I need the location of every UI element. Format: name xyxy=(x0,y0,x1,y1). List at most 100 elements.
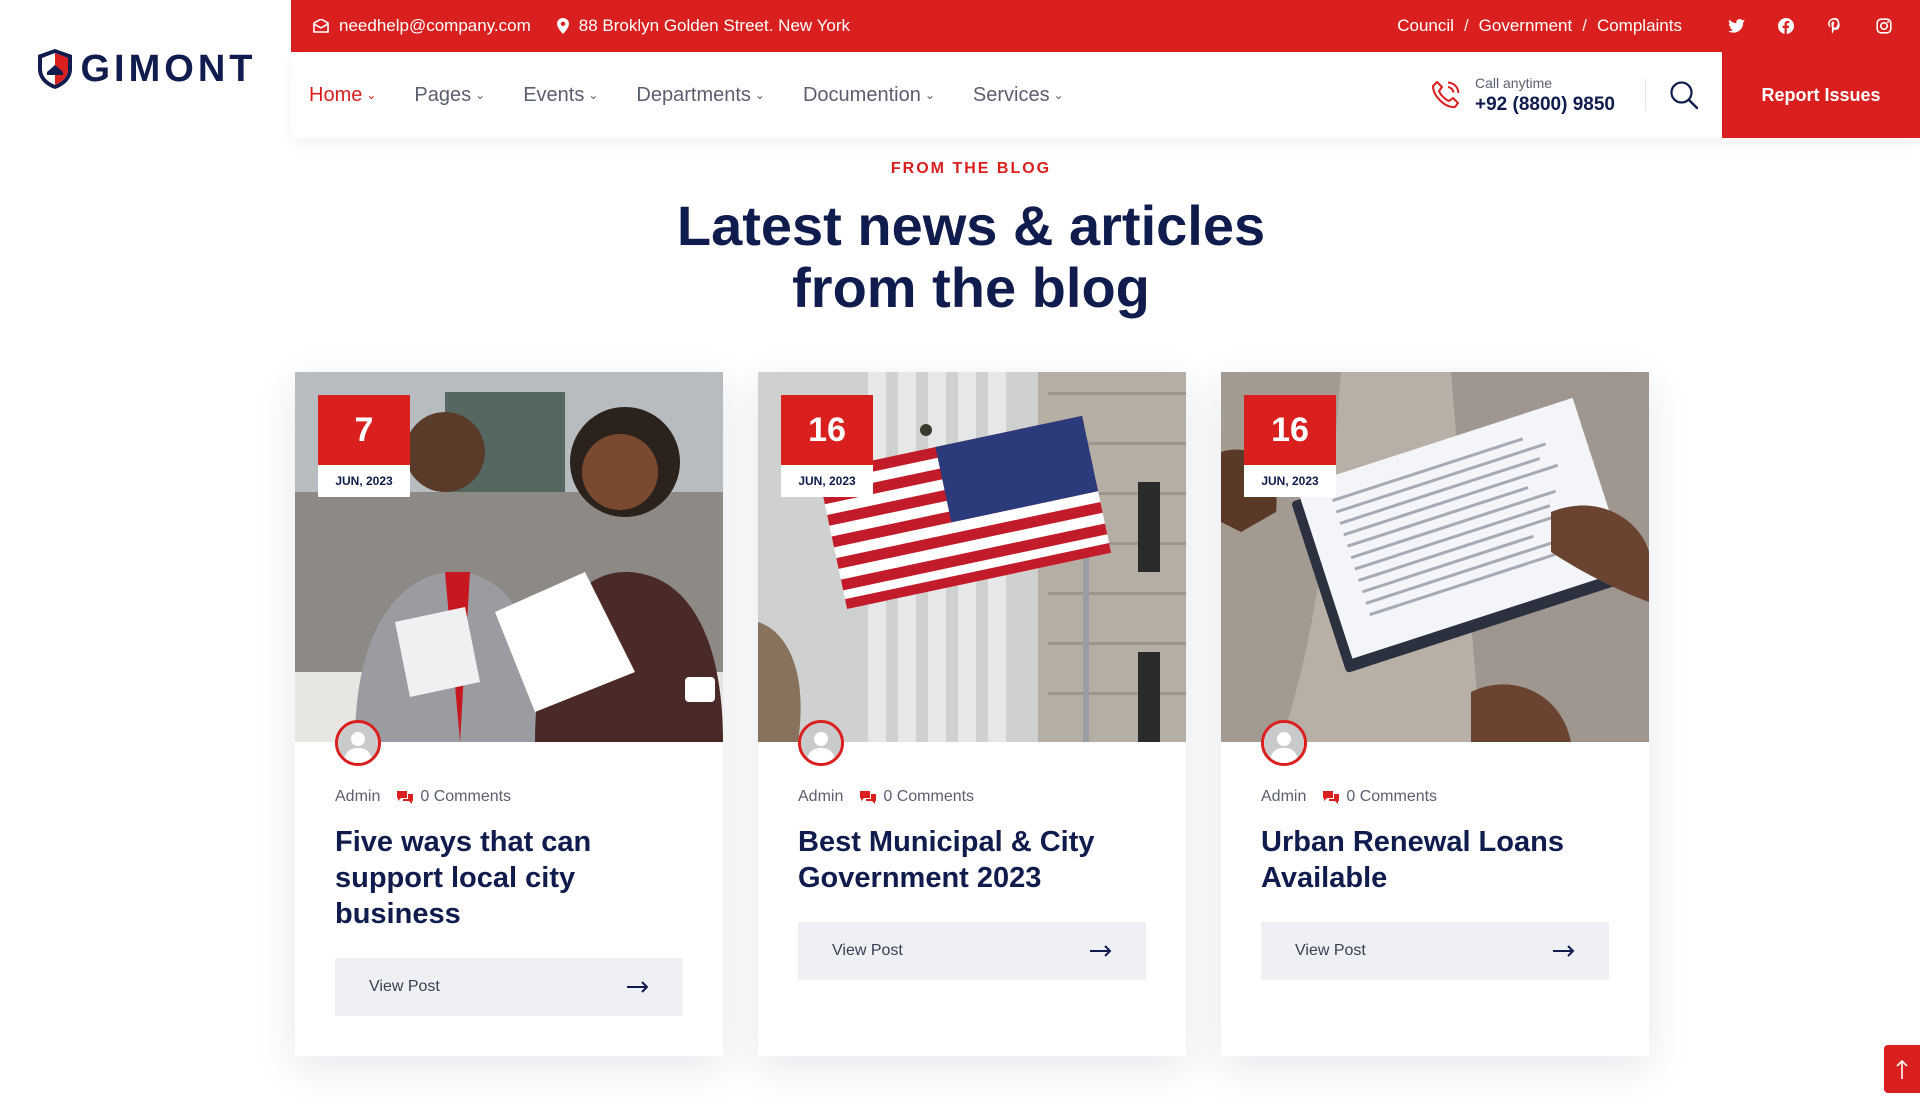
nav-label: Home xyxy=(309,83,363,106)
chevron-down-icon: ⌄ xyxy=(924,88,935,102)
email-contact[interactable]: needhelp@company.com xyxy=(313,16,531,36)
nav-menu: Home ⌄ Pages ⌄ Events ⌄ Departments ⌄ Docume… xyxy=(309,84,1102,107)
chevron-down-icon: ⌄ xyxy=(366,88,377,102)
nav-item-services[interactable]: Services ⌄ xyxy=(973,84,1064,107)
post-comments[interactable]: 0 Comments xyxy=(1322,788,1437,806)
date-month: JUN, 2023 xyxy=(1244,465,1336,497)
post-meta: Admin 0 Comments xyxy=(335,788,511,806)
chevron-down-icon: ⌄ xyxy=(588,88,599,102)
main-navigation: Home ⌄ Pages ⌄ Events ⌄ Departments ⌄ Docume… xyxy=(291,52,1920,138)
date-day: 16 xyxy=(1244,395,1336,465)
nav-item-departments[interactable]: Departments ⌄ xyxy=(636,84,765,107)
scroll-to-top-button[interactable] xyxy=(1884,1045,1920,1093)
nav-divider xyxy=(1645,79,1646,111)
facebook-icon[interactable] xyxy=(1761,18,1810,34)
comments-icon xyxy=(1323,790,1340,804)
post-image[interactable]: 16 JUN, 2023 xyxy=(1221,372,1649,742)
call-label: Call anytime xyxy=(1475,74,1553,91)
top-bar: needhelp@company.com 88 Broklyn Golden S… xyxy=(291,0,1920,52)
nav-label: Events xyxy=(523,83,585,106)
instagram-icon[interactable] xyxy=(1859,18,1908,34)
map-pin-icon xyxy=(556,18,569,34)
post-meta: Admin 0 Comments xyxy=(798,788,974,806)
chevron-down-icon: ⌄ xyxy=(475,88,486,102)
post-image[interactable]: 16 JUN, 2023 xyxy=(758,372,1186,742)
blog-card: 16 JUN, 2023 Admin 0 Comments Urban Rene… xyxy=(1221,372,1649,1056)
top-link-complaints[interactable]: Complaints xyxy=(1597,16,1682,36)
date-month: JUN, 2023 xyxy=(318,465,410,497)
post-title[interactable]: Best Municipal & City Government 2023 xyxy=(798,824,1158,896)
view-post-button[interactable]: View Post xyxy=(1261,922,1609,980)
top-links: Council / Government / Complaints xyxy=(1397,16,1682,36)
arrow-up-icon xyxy=(1896,1059,1908,1079)
comments-icon xyxy=(397,790,414,804)
call-anytime[interactable]: Call anytime +92 (8800) 9850 xyxy=(1429,75,1615,116)
arrow-right-icon xyxy=(1090,945,1112,957)
date-badge: 16 JUN, 2023 xyxy=(781,395,873,497)
nav-label: Documention xyxy=(802,83,921,106)
comments-count: 0 Comments xyxy=(1346,788,1438,805)
date-day: 16 xyxy=(781,395,873,465)
date-month: JUN, 2023 xyxy=(781,465,873,497)
chevron-down-icon: ⌄ xyxy=(754,88,765,102)
email-text: needhelp@company.com xyxy=(339,16,531,35)
shield-logo-icon xyxy=(37,49,72,89)
nav-label: Pages xyxy=(414,83,472,106)
post-title[interactable]: Urban Renewal Loans Available xyxy=(1261,824,1621,896)
post-image[interactable]: 7 JUN, 2023 xyxy=(295,372,723,742)
blog-card: 16 JUN, 2023 Admin 0 Comments Best Munic… xyxy=(758,372,1186,1056)
link-separator: / xyxy=(1582,16,1587,35)
search-icon xyxy=(1670,81,1699,110)
envelope-icon xyxy=(313,19,329,33)
author-avatar xyxy=(798,720,844,766)
report-issues-button[interactable]: Report Issues xyxy=(1722,52,1920,138)
post-comments[interactable]: 0 Comments xyxy=(859,788,974,806)
view-post-button[interactable]: View Post xyxy=(798,922,1146,980)
address-text: 88 Broklyn Golden Street. New York xyxy=(578,16,850,35)
post-meta: Admin 0 Comments xyxy=(1261,788,1437,806)
twitter-icon[interactable] xyxy=(1712,19,1761,33)
date-badge: 16 JUN, 2023 xyxy=(1244,395,1336,497)
pinterest-icon[interactable] xyxy=(1810,18,1859,34)
comments-count: 0 Comments xyxy=(883,788,975,805)
arrow-right-icon xyxy=(1553,945,1575,957)
author-avatar xyxy=(335,720,381,766)
view-post-label: View Post xyxy=(1295,942,1366,959)
view-post-label: View Post xyxy=(832,942,903,959)
nav-label: Departments xyxy=(636,83,751,106)
nav-item-home[interactable]: Home ⌄ xyxy=(309,84,376,107)
arrow-right-icon xyxy=(627,981,649,993)
comments-icon xyxy=(860,790,877,804)
chevron-down-icon: ⌄ xyxy=(1053,88,1064,102)
logo[interactable]: GIMONT xyxy=(0,0,291,138)
top-link-council[interactable]: Council xyxy=(1397,16,1454,36)
phone-icon xyxy=(1432,81,1460,109)
date-day: 7 xyxy=(318,395,410,465)
section-heading: Latest news & articles from the blog xyxy=(0,195,1920,319)
social-links xyxy=(1712,18,1908,34)
heading-line-2: from the blog xyxy=(792,256,1150,319)
date-badge: 7 JUN, 2023 xyxy=(318,395,410,497)
post-author[interactable]: Admin xyxy=(1261,788,1306,806)
brand-name: GIMONT xyxy=(80,47,257,90)
author-avatar xyxy=(1261,720,1307,766)
nav-item-events[interactable]: Events ⌄ xyxy=(523,84,598,107)
nav-label: Services xyxy=(972,83,1050,106)
section-tagline: FROM THE BLOG xyxy=(890,160,1052,177)
post-comments[interactable]: 0 Comments xyxy=(396,788,511,806)
nav-item-pages[interactable]: Pages ⌄ xyxy=(414,84,485,107)
link-separator: / xyxy=(1463,16,1469,35)
view-post-label: View Post xyxy=(369,978,440,995)
post-author[interactable]: Admin xyxy=(798,788,843,806)
nav-item-documention[interactable]: Documention ⌄ xyxy=(803,84,935,107)
post-author[interactable]: Admin xyxy=(335,788,380,806)
search-button[interactable] xyxy=(1662,73,1706,117)
heading-line-1: Latest news & articles xyxy=(676,194,1266,257)
comments-count: 0 Comments xyxy=(420,788,512,805)
address-contact: 88 Broklyn Golden Street. New York xyxy=(556,16,850,36)
call-number: +92 (8800) 9850 xyxy=(1475,93,1615,115)
post-title[interactable]: Five ways that can support local city bu… xyxy=(335,824,695,932)
top-link-government[interactable]: Government xyxy=(1479,16,1573,36)
blog-card: 7 JUN, 2023 Admin 0 Comments Five ways t… xyxy=(295,372,723,1056)
view-post-button[interactable]: View Post xyxy=(335,958,683,1016)
